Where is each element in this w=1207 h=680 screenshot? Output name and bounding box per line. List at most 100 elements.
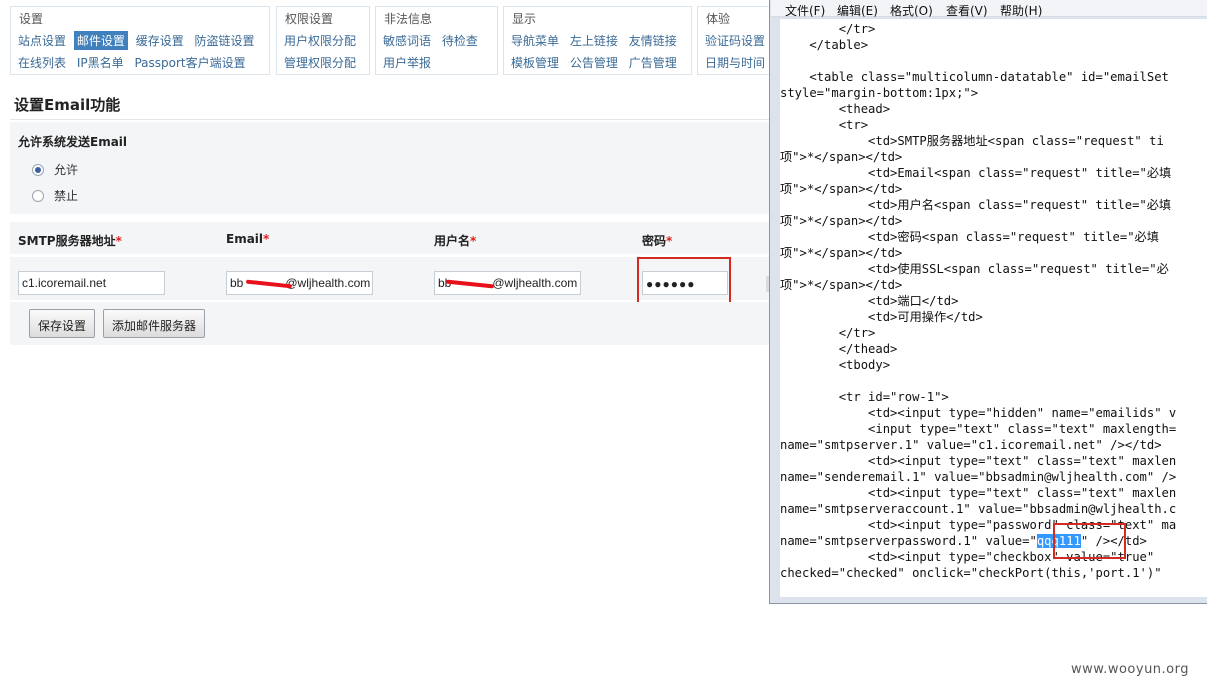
code-line: <input type="text" class="text" maxlengt… (780, 422, 1177, 436)
col-header-username-label: 用户名 (434, 234, 471, 248)
code-line: name="senderemail.1" value="bbsadmin@wlj… (780, 470, 1177, 484)
code-line: <tr> (780, 118, 869, 132)
radio-allow-control[interactable] (32, 163, 44, 176)
email-enable-section: 允许系统发送Email 允许 禁止 (10, 122, 770, 214)
nav-link-ad-manage[interactable]: 广告管理 (626, 53, 680, 72)
code-line: 项">*</span></td> (780, 246, 903, 260)
nav-link-top-left-links[interactable]: 左上链接 (567, 31, 621, 50)
code-line: 项">*</span></td> (780, 182, 903, 196)
radio-deny-control[interactable] (32, 189, 44, 202)
col-header-smtp: SMTP服务器地址* (18, 232, 122, 249)
code-line: <td>使用SSL<span class="request" title="必 (780, 262, 1169, 276)
code-line: name="smtpserveraccount.1" value="bbsadm… (780, 502, 1177, 516)
nav-link-user-reports[interactable]: 用户举报 (380, 53, 434, 72)
radio-deny[interactable]: 禁止 (32, 187, 78, 204)
code-line: 项">*</span></td> (780, 214, 903, 228)
code-line: </tr> (780, 326, 876, 340)
nav-link-user-permissions[interactable]: 用户权限分配 (281, 31, 359, 50)
nav-link-hotlink-settings[interactable]: 防盗链设置 (192, 31, 258, 50)
code-line: <td>端口</td> (780, 294, 959, 308)
nav-link-site-settings[interactable]: 站点设置 (15, 31, 69, 50)
email-visible-part: bb (230, 276, 244, 290)
menu-edit[interactable]: 编辑(E) (837, 2, 878, 19)
nav-link-online-list[interactable]: 在线列表 (15, 53, 69, 72)
nav-link-mail-settings[interactable]: 邮件设置 (73, 31, 128, 50)
nav-link-cache-settings[interactable]: 缓存设置 (133, 31, 187, 50)
col-header-smtp-label: SMTP服务器地址 (18, 234, 116, 248)
code-line: <tr id="row-1"> (780, 390, 949, 404)
red-highlight-box (637, 257, 731, 307)
col-header-email-label: Email (226, 232, 264, 246)
nav-group-title: 设置 (19, 12, 44, 26)
page-title: 设置Email功能 (14, 96, 121, 114)
add-mail-server-button[interactable]: 添加邮件服务器 (103, 309, 206, 338)
code-line: style="margin-bottom:1px;"> (780, 86, 979, 100)
nav-link-captcha-settings[interactable]: 验证码设置 (702, 31, 768, 50)
nav-link-sensitive-words[interactable]: 敏感词语 (380, 31, 434, 50)
nav-group-title: 非法信息 (384, 12, 433, 26)
code-line: <td><input type="text" class="text" maxl… (780, 486, 1177, 500)
mail-server-table-header: SMTP服务器地址* Email* 用户名* 密码* (10, 222, 770, 254)
code-line: <td>SMTP服务器地址<span class="request" ti (780, 134, 1164, 148)
code-line: <td>可用操作</td> (780, 310, 983, 324)
nav-link-friend-links[interactable]: 友情链接 (626, 31, 680, 50)
code-line: </tr> (780, 22, 876, 36)
mail-server-row: c1.icoremail.net bb @wljhealth.com bb @wlj… (10, 256, 770, 307)
code-line: 项">*</span></td> (780, 150, 903, 164)
code-line: </thead> (780, 342, 898, 356)
required-mark: * (263, 232, 270, 246)
divider (10, 119, 770, 120)
radio-allow[interactable]: 允许 (32, 161, 78, 178)
code-line: checked="checked" onclick="checkPort(thi… (780, 566, 1162, 580)
col-header-password-label: 密码 (642, 234, 667, 248)
nav-link-notice-manage[interactable]: 公告管理 (567, 53, 621, 72)
notepad-window: 文件(F) 编辑(E) 格式(O) 查看(V) 帮助(H) </tr> </ta… (769, 0, 1207, 604)
nav-link-date-time[interactable]: 日期与时间 (702, 53, 768, 72)
col-header-username: 用户名* (434, 232, 476, 249)
code-line: <td>用户名<span class="request" title="必填 (780, 198, 1172, 212)
username-domain: @wljhealth.com (492, 276, 578, 290)
menu-file[interactable]: 文件(F) (785, 2, 825, 19)
button-row: 保存设置 添加邮件服务器 (10, 302, 770, 345)
required-mark: * (115, 234, 122, 248)
required-mark: * (666, 234, 673, 248)
nav-link-ip-blacklist[interactable]: IP黑名单 (74, 53, 127, 72)
nav-group-title: 显示 (512, 12, 537, 26)
code-line: 项">*</span></td> (780, 278, 903, 292)
nav-link-template-manage[interactable]: 模板管理 (508, 53, 562, 72)
nav-link-pending-check[interactable]: 待检查 (439, 31, 481, 50)
nav-link-nav-menu[interactable]: 导航菜单 (508, 31, 562, 50)
save-settings-button[interactable]: 保存设置 (29, 309, 96, 338)
notepad-text-area[interactable]: </tr> </table> <table class="multicolumn… (780, 19, 1207, 597)
code-line: <td><input type="text" class="text" maxl… (780, 454, 1177, 468)
nav-group-settings: 设置 站点设置 邮件设置 缓存设置 防盗链设置 在线列表 IP黑名单 Passp… (10, 6, 270, 75)
code-line: </table> (780, 38, 869, 52)
code-line: <table class="multicolumn-datatable" id=… (780, 70, 1169, 84)
col-header-email: Email* (226, 232, 269, 246)
code-line: <td>Email<span class="request" title="必填 (780, 166, 1172, 180)
nav-group-permissions: 权限设置 用户权限分配 管理权限分配 (276, 6, 370, 75)
red-highlight-box (1053, 523, 1126, 559)
nav-group-experience: 体验 验证码设置 日期与时间 (697, 6, 777, 75)
admin-nav-bar: 设置 站点设置 邮件设置 缓存设置 防盗链设置 在线列表 IP黑名单 Passp… (0, 0, 780, 80)
nav-link-admin-permissions[interactable]: 管理权限分配 (281, 53, 359, 72)
menu-help[interactable]: 帮助(H) (1000, 2, 1042, 19)
code-line: <tbody> (780, 358, 891, 372)
required-mark: * (470, 234, 477, 248)
code-line: <thead> (780, 102, 891, 116)
smtp-server-input[interactable]: c1.icoremail.net (18, 271, 165, 295)
notepad-menubar: 文件(F) 编辑(E) 格式(O) 查看(V) 帮助(H) (771, 0, 1207, 19)
email-enable-label: 允许系统发送Email (18, 135, 128, 149)
code-line: <td>密码<span class="request" title="必填 (780, 230, 1159, 244)
menu-format[interactable]: 格式(O) (890, 2, 933, 19)
menu-view[interactable]: 查看(V) (946, 2, 988, 19)
radio-deny-label: 禁止 (54, 189, 79, 203)
watermark: www.wooyun.org (1071, 662, 1190, 677)
nav-link-passport-client[interactable]: Passport客户端设置 (131, 53, 248, 72)
col-header-password: 密码* (642, 232, 672, 249)
nav-group-illegal-info: 非法信息 敏感词语 待检查 用户举报 (375, 6, 498, 75)
html-source-code: </tr> </table> <table class="multicolumn… (780, 21, 1176, 581)
email-domain: @wljhealth.com (285, 276, 371, 290)
